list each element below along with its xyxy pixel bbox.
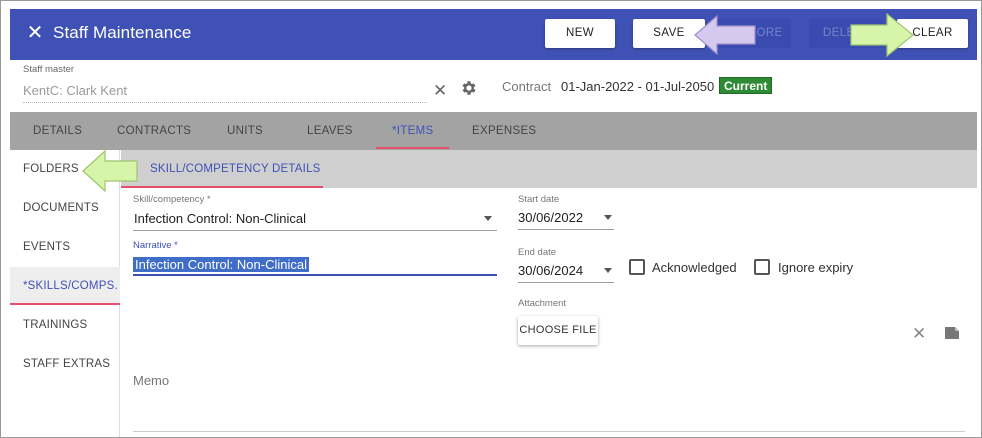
- end-date-underline: [518, 282, 614, 283]
- tab-details[interactable]: DETAILS: [33, 112, 82, 150]
- contract-label: Contract: [502, 79, 552, 94]
- end-date-label: End date: [518, 247, 557, 258]
- narrative-underline: [133, 274, 497, 276]
- start-date-underline: [518, 229, 614, 230]
- memo-underline: [133, 431, 965, 432]
- chevron-down-icon[interactable]: [604, 268, 612, 273]
- page-title: Staff Maintenance: [53, 23, 192, 42]
- choose-file-button[interactable]: CHOOSE FILE: [518, 316, 598, 345]
- tab-expenses[interactable]: EXPENSES: [472, 112, 536, 150]
- new-button[interactable]: NEW: [545, 19, 615, 48]
- acknowledged-checkbox[interactable]: [629, 259, 645, 275]
- arrow-right-icon: [850, 12, 914, 58]
- status-badge: Current: [719, 77, 773, 94]
- file-icon[interactable]: [944, 325, 960, 341]
- attachment-label: Attachment: [518, 298, 567, 309]
- close-icon[interactable]: ✕: [24, 22, 46, 44]
- app-window: ✕ Staff Maintenance NEW SAVE RESTORE DEL…: [0, 0, 982, 438]
- start-date-select[interactable]: 30/06/2022: [518, 210, 583, 225]
- arrow-left-icon: [82, 149, 138, 193]
- ignore-expiry-checkbox[interactable]: [754, 259, 770, 275]
- memo-label: Memo: [133, 373, 170, 388]
- tab-items[interactable]: *ITEMS: [375, 112, 451, 150]
- sidenav-staff-extras[interactable]: STAFF EXTRAS: [10, 345, 120, 383]
- arrow-left-icon: [694, 14, 756, 56]
- contract-value: 01-Jan-2022 - 01-Jul-2050: [561, 79, 715, 94]
- chevron-down-icon[interactable]: [484, 216, 492, 221]
- skill-underline: [133, 230, 497, 231]
- gear-icon[interactable]: [460, 79, 478, 97]
- sidenav-documents[interactable]: DOCUMENTS: [10, 189, 120, 227]
- skill-label: Skill/competency *: [133, 194, 211, 205]
- narrative-input[interactable]: Infection Control: Non-Clinical: [133, 257, 309, 272]
- tab-contracts[interactable]: CONTRACTS: [117, 112, 191, 150]
- subtab-bar: SKILL/COMPETENCY DETAILS: [121, 150, 977, 188]
- close-icon[interactable]: ✕: [433, 81, 447, 101]
- staff-master-field[interactable]: KentC: Clark Kent: [23, 83, 427, 103]
- acknowledged-label: Acknowledged: [652, 260, 737, 275]
- sidenav-trainings[interactable]: TRAININGS: [10, 306, 120, 344]
- end-date-select[interactable]: 30/06/2024: [518, 263, 583, 278]
- chevron-down-icon[interactable]: [604, 215, 612, 220]
- subtab-skill-details[interactable]: SKILL/COMPETENCY DETAILS: [121, 150, 323, 188]
- tab-units[interactable]: UNITS: [227, 112, 263, 150]
- app-header: ✕ Staff Maintenance NEW SAVE RESTORE DEL…: [10, 9, 977, 60]
- narrative-label: Narrative *: [133, 240, 178, 251]
- tab-bar: DETAILS CONTRACTS UNITS LEAVES *ITEMS EX…: [10, 112, 977, 150]
- sidenav-skills-comps[interactable]: *SKILLS/COMPS.: [10, 267, 120, 305]
- start-date-label: Start date: [518, 194, 560, 205]
- tab-leaves[interactable]: LEAVES: [307, 112, 353, 150]
- ignore-expiry-label: Ignore expiry: [778, 260, 854, 275]
- close-icon[interactable]: ✕: [912, 324, 926, 344]
- skill-select[interactable]: Infection Control: Non-Clinical: [134, 211, 306, 226]
- staff-master-label: Staff master: [23, 64, 75, 75]
- sidenav-events[interactable]: EVENTS: [10, 228, 120, 266]
